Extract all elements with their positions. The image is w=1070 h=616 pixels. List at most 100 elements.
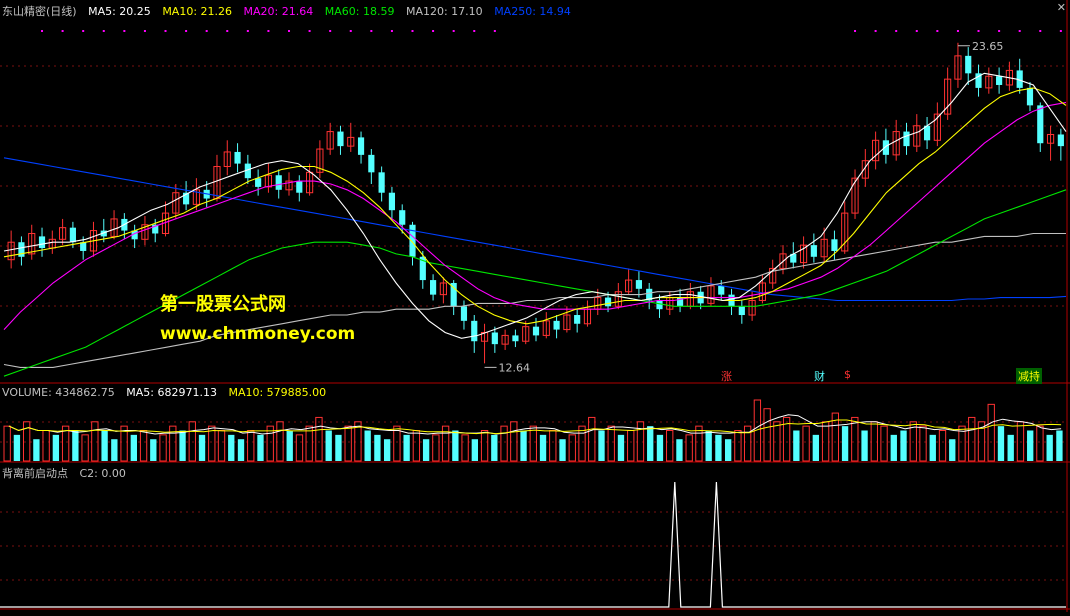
signal-dot [936,30,939,32]
volume-bar-down [715,434,722,461]
volume-bar-down [13,434,21,461]
volume-label: VOLUME: 434862.75 [2,386,115,399]
candle-body-down [604,297,612,307]
candle-body-down [882,140,889,155]
candle-body-down [996,76,1003,85]
volume-bar-down [286,430,293,461]
volume-bar-down [1046,434,1053,461]
candle-body-down [738,306,745,316]
signal-dot [61,30,64,32]
volume-bar-down [1027,430,1034,461]
candle-body-down [378,172,385,193]
candle-body-down [532,326,540,336]
volume-bar-up [968,416,976,462]
signal-dot [977,30,980,32]
volume-bar-up [315,416,323,462]
volume-bar-up [938,430,947,462]
volume-bar-down [491,434,498,461]
candle-body-down [255,178,262,187]
tag-s[interactable]: $ [842,368,853,381]
volume-bar-up [685,434,693,462]
signal-dot [956,30,959,32]
candle-body-down [275,175,282,190]
chart-stage: 23.65 12.64 东山精密(日线) MA5: 20.25 MA10: 21.… [0,0,1070,612]
volume-bar-up [607,425,615,462]
volume-bar-down [72,430,79,461]
volume-bar-down [539,434,547,461]
volume-bar-down [257,434,264,461]
volume-bar-down [793,430,800,461]
signal-dot [1059,30,1062,32]
signal-dot [226,30,229,32]
candle-body-down [1026,87,1034,106]
volume-bar-down [237,439,245,461]
candle-body-down [460,306,468,321]
tag-jianchi[interactable]: 减持 [1016,368,1042,384]
volume-bar-up [188,421,196,462]
volume-bar-down [1056,430,1063,461]
volume-bar-up [666,430,674,462]
signal-dot [432,30,435,32]
volume-bar-down [130,434,137,461]
ma20-label: MA20: 21.64 [243,5,314,18]
low-label: 12.64 [499,361,531,374]
signal-dot [143,30,146,32]
candle-body-down [491,332,498,345]
volume-bar-down [929,434,936,461]
indicator-header: 背离前启动点 C2: 0.00 [2,465,134,481]
volume-bar-down [33,439,40,461]
tag-cai[interactable]: 财 [812,368,827,384]
volume-bar-up [139,430,148,462]
candle-body-down [656,300,663,310]
volume-bar-up [773,421,781,462]
high-label: 23.65 [972,40,1004,53]
signal-dot [267,30,270,32]
signal-dot [185,30,188,32]
candle-body-down [965,55,972,74]
volume-bar-up [568,434,576,462]
candle-body-down [574,315,581,324]
signal-dot [102,30,105,32]
volume-bar-down [179,430,186,461]
stock-title[interactable]: 东山精密(日线) [2,5,77,18]
signal-dot [915,30,918,32]
tag-zhang[interactable]: 涨 [719,368,734,384]
volume-bar-up [500,425,508,462]
volume-bar-up [91,421,99,462]
candle-body-down [831,239,838,251]
volume-bar-down [617,434,625,461]
volume-bar-up [919,425,927,462]
main-header: 东山精密(日线) MA5: 20.25 MA10: 21.26 MA20: 21… [2,3,579,19]
candle-body-down [357,137,365,155]
candle-body-down [903,131,910,147]
signal-dot [288,30,291,32]
candle-body-down [409,224,416,257]
volume-bar-down [364,430,371,461]
volume-bar-up [734,430,742,462]
signal-dot [308,30,311,32]
volume-bar-up [42,430,50,462]
volume-bar-up [821,421,830,462]
signal-dot [1039,30,1042,32]
close-icon[interactable]: ✕ [1057,1,1066,14]
volume-bar-down [676,439,683,461]
ma250-label: MA250: 14.94 [494,5,571,18]
volume-bar-up [276,421,284,462]
volume-bar-down [111,439,118,461]
signal-dot [854,30,857,32]
signal-dot [205,30,208,32]
volume-bar-down [471,439,479,461]
volume-bar-up [247,430,255,462]
candle-body-down [810,245,817,257]
candle-body-down [234,151,241,164]
volume-bar-up [802,425,810,462]
volume-bar-up [159,434,167,462]
volume-bar-up [412,430,421,462]
volume-bar-up [1016,421,1025,462]
ma5-label: MA5: 20.25 [88,5,151,18]
volume-bar-down [520,430,527,461]
vol-ma10-label: MA10: 579885.00 [228,386,327,399]
volume-bar-down [812,434,820,461]
volume-bar-up [432,434,440,462]
volume-bar-down [383,439,391,461]
